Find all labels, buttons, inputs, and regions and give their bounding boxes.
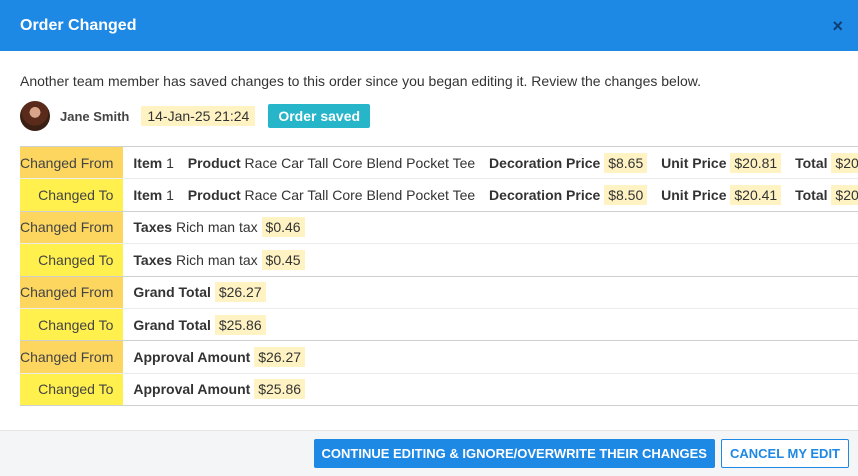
tax-name: Rich man tax (175, 251, 258, 268)
unit-price-key: Unit Price (661, 154, 727, 171)
table-row: Changed To Approval Amount $25.86 (20, 372, 858, 407)
intro-text: Another team member has saved changes to… (20, 73, 701, 89)
total-key: Total (795, 187, 828, 204)
change-date: 14-Jan-25 21:24 (141, 106, 256, 126)
total-value: $20.81 (831, 152, 858, 173)
user-name: Jane Smith (60, 108, 130, 124)
grand-total-key: Grand Total (133, 316, 211, 333)
table-row: Changed From Approval Amount $26.27 (20, 340, 858, 374)
product-key: Product (187, 187, 241, 204)
table-row: Changed From Item 1 Product Race Car Tal… (20, 145, 858, 179)
unit-price-key: Unit Price (661, 187, 727, 204)
changes-table: Changed From Item 1 Product Race Car Tal… (20, 145, 858, 407)
product-value: Race Car Tall Core Blend Pocket Tee (244, 154, 476, 171)
avatar (20, 101, 50, 131)
grand-total-value: $26.27 (214, 282, 266, 303)
change-meta: Jane Smith 14-Jan-25 21:24 Order saved (20, 101, 838, 131)
dialog-header: Order Changed × (0, 0, 858, 51)
grand-total-key: Grand Total (133, 284, 211, 301)
tax-value: $0.45 (261, 249, 305, 270)
changed-from-label: Changed From (20, 210, 124, 244)
order-changed-dialog: Order Changed × Another team member has … (0, 0, 858, 476)
table-row: Changed To Taxes Rich man tax $0.45 (20, 243, 858, 277)
taxes-key: Taxes (133, 251, 173, 268)
unit-price-value: $20.41 (730, 185, 782, 206)
item-value: 1 (166, 187, 174, 204)
approval-amount-value: $25.86 (254, 379, 306, 400)
table-row: Changed From Taxes Rich man tax $0.46 (20, 210, 858, 244)
cancel-edit-button[interactable]: CANCEL MY EDIT (720, 439, 849, 468)
close-icon[interactable]: × (832, 17, 843, 35)
tax-value: $0.46 (261, 217, 305, 238)
status-badge: Order saved (268, 104, 371, 128)
row-content: Item 1 Product Race Car Tall Core Blend … (123, 178, 858, 212)
decoration-price-key: Decoration Price (489, 154, 601, 171)
row-content: Grand Total $25.86 (123, 307, 858, 341)
row-content: Taxes Rich man tax $0.46 (123, 210, 858, 244)
changed-to-label: Changed To (20, 372, 124, 407)
approval-amount-value: $26.27 (254, 347, 306, 368)
table-row: Changed To Grand Total $25.86 (20, 307, 858, 341)
approval-amount-key: Approval Amount (133, 381, 251, 398)
changed-to-label: Changed To (20, 243, 124, 277)
changed-from-label: Changed From (20, 145, 124, 179)
table-row: Changed From Grand Total $26.27 (20, 275, 858, 309)
decoration-price-value: $8.65 (604, 152, 648, 173)
item-value: 1 (166, 154, 174, 171)
approval-amount-key: Approval Amount (133, 349, 251, 366)
changed-from-label: Changed From (20, 275, 124, 309)
row-content: Grand Total $26.27 (123, 275, 858, 309)
product-key: Product (187, 154, 241, 171)
tax-name: Rich man tax (175, 219, 258, 236)
total-value: $20.41 (831, 185, 858, 206)
grand-total-value: $25.86 (214, 314, 266, 335)
row-content: Approval Amount $26.27 (123, 340, 858, 374)
changed-to-label: Changed To (20, 307, 124, 341)
unit-price-value: $20.81 (730, 152, 782, 173)
item-key: Item (133, 154, 163, 171)
decoration-price-key: Decoration Price (489, 187, 601, 204)
continue-editing-button[interactable]: CONTINUE EDITING & IGNORE/OVERWRITE THEI… (313, 439, 715, 468)
taxes-key: Taxes (133, 219, 173, 236)
row-content: Taxes Rich man tax $0.45 (123, 243, 858, 277)
total-key: Total (795, 154, 828, 171)
dialog-title: Order Changed (20, 16, 137, 34)
dialog-footer: CONTINUE EDITING & IGNORE/OVERWRITE THEI… (0, 430, 858, 476)
table-row: Changed To Item 1 Product Race Car Tall … (20, 178, 858, 212)
item-key: Item (133, 187, 163, 204)
row-content: Item 1 Product Race Car Tall Core Blend … (123, 145, 858, 179)
product-value: Race Car Tall Core Blend Pocket Tee (244, 187, 476, 204)
dialog-body: Another team member has saved changes to… (0, 51, 858, 407)
changed-from-label: Changed From (20, 340, 124, 374)
changed-to-label: Changed To (20, 178, 124, 212)
row-content: Approval Amount $25.86 (123, 372, 858, 407)
decoration-price-value: $8.50 (604, 185, 648, 206)
